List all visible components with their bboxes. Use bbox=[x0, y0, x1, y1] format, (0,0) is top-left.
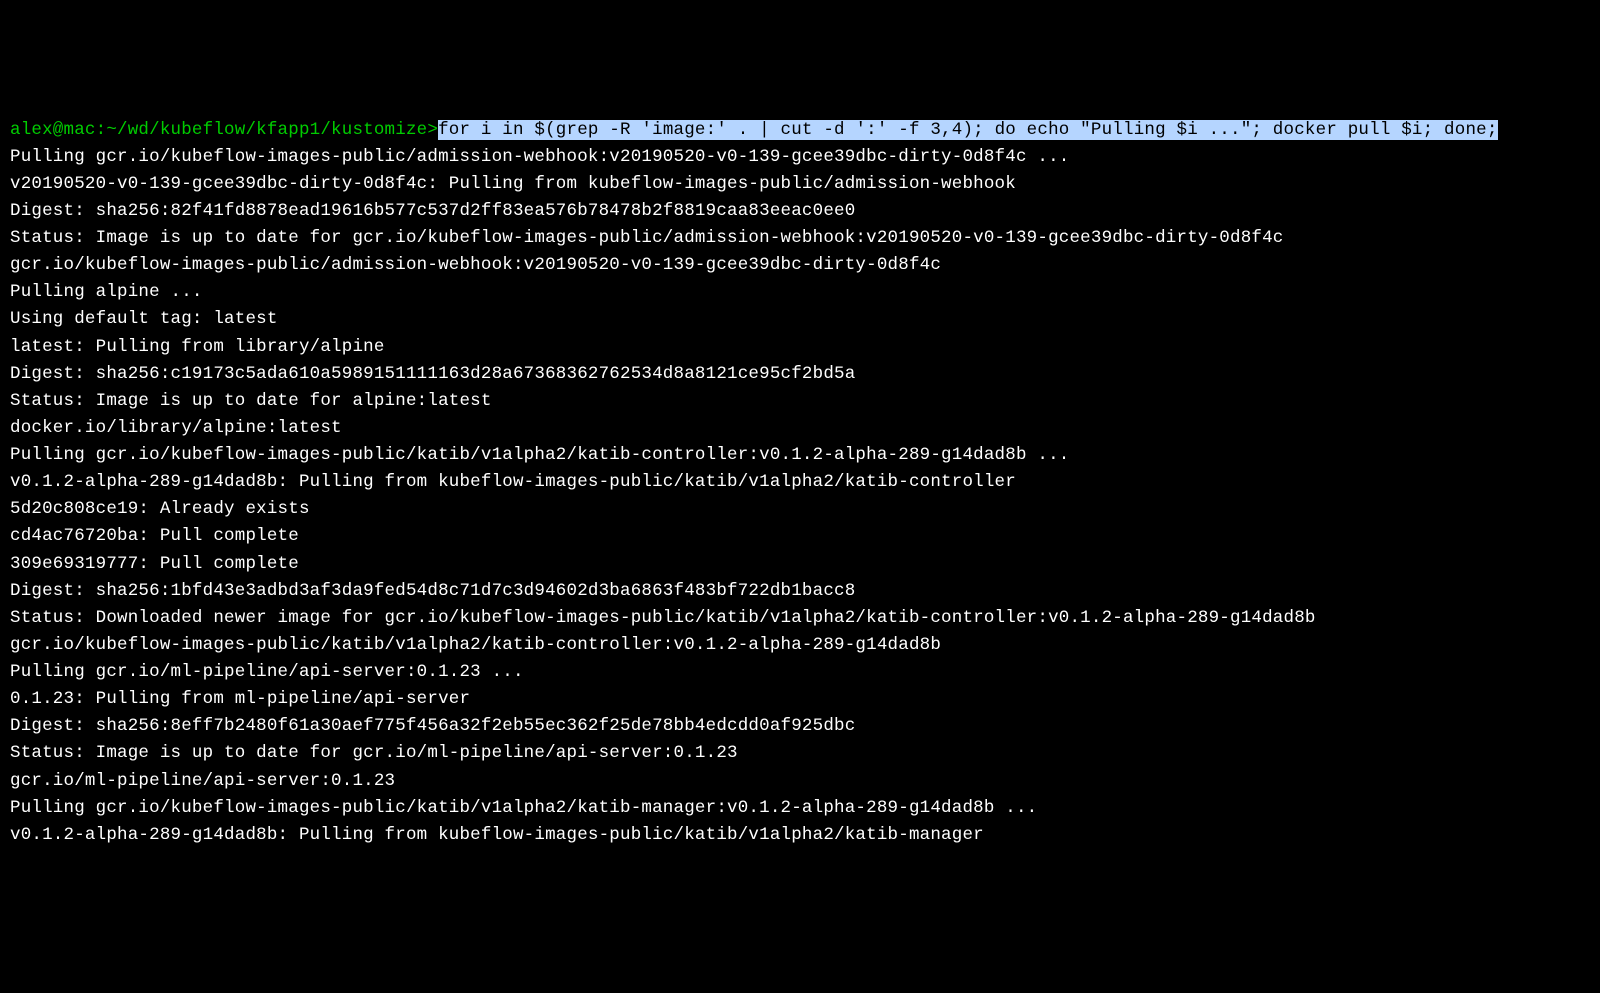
output-line: latest: Pulling from library/alpine bbox=[10, 334, 1590, 361]
output-line: Status: Image is up to date for alpine:l… bbox=[10, 388, 1590, 415]
output-line: 309e69319777: Pull complete bbox=[10, 551, 1590, 578]
output-line: gcr.io/kubeflow-images-public/katib/v1al… bbox=[10, 632, 1590, 659]
command-line: alex@mac:~/wd/kubeflow/kfapp1/kustomize>… bbox=[10, 117, 1590, 144]
output-line: 0.1.23: Pulling from ml-pipeline/api-ser… bbox=[10, 686, 1590, 713]
output-line: docker.io/library/alpine:latest bbox=[10, 415, 1590, 442]
output-line: Status: Image is up to date for gcr.io/k… bbox=[10, 225, 1590, 252]
output-line: Pulling alpine ... bbox=[10, 279, 1590, 306]
terminal-output: Pulling gcr.io/kubeflow-images-public/ad… bbox=[10, 144, 1590, 849]
output-line: gcr.io/ml-pipeline/api-server:0.1.23 bbox=[10, 768, 1590, 795]
output-line: Digest: sha256:82f41fd8878ead19616b577c5… bbox=[10, 198, 1590, 225]
output-line: Digest: sha256:1bfd43e3adbd3af3da9fed54d… bbox=[10, 578, 1590, 605]
output-line: Digest: sha256:c19173c5ada610a5989151111… bbox=[10, 361, 1590, 388]
output-line: Pulling gcr.io/kubeflow-images-public/ka… bbox=[10, 442, 1590, 469]
output-line: 5d20c808ce19: Already exists bbox=[10, 496, 1590, 523]
output-line: Status: Image is up to date for gcr.io/m… bbox=[10, 740, 1590, 767]
output-line: Pulling gcr.io/kubeflow-images-public/ad… bbox=[10, 144, 1590, 171]
output-line: Status: Downloaded newer image for gcr.i… bbox=[10, 605, 1590, 632]
output-line: Digest: sha256:8eff7b2480f61a30aef775f45… bbox=[10, 713, 1590, 740]
output-line: v0.1.2-alpha-289-g14dad8b: Pulling from … bbox=[10, 469, 1590, 496]
output-line: v0.1.2-alpha-289-g14dad8b: Pulling from … bbox=[10, 822, 1590, 849]
shell-command[interactable]: for i in $(grep -R 'image:' . | cut -d '… bbox=[438, 120, 1497, 140]
output-line: Pulling gcr.io/ml-pipeline/api-server:0.… bbox=[10, 659, 1590, 686]
output-line: v20190520-v0-139-gcee39dbc-dirty-0d8f4c:… bbox=[10, 171, 1590, 198]
output-line: Pulling gcr.io/kubeflow-images-public/ka… bbox=[10, 795, 1590, 822]
terminal-window[interactable]: alex@mac:~/wd/kubeflow/kfapp1/kustomize>… bbox=[10, 117, 1590, 849]
output-line: Using default tag: latest bbox=[10, 306, 1590, 333]
shell-prompt: alex@mac:~/wd/kubeflow/kfapp1/kustomize> bbox=[10, 120, 438, 140]
output-line: cd4ac76720ba: Pull complete bbox=[10, 523, 1590, 550]
output-line: gcr.io/kubeflow-images-public/admission-… bbox=[10, 252, 1590, 279]
